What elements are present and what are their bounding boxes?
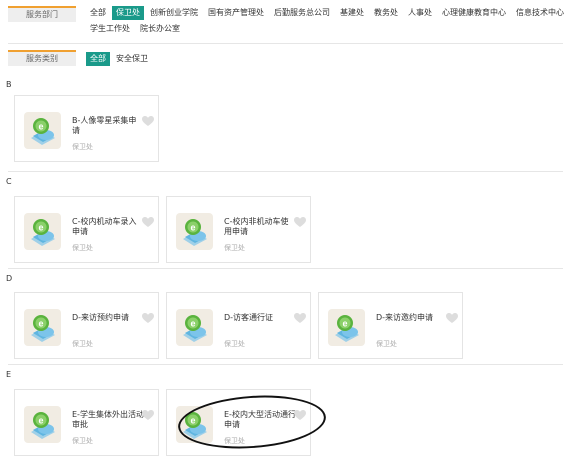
heart-icon[interactable] [142,116,154,127]
department-option[interactable]: 人事处 [404,6,436,20]
department-option[interactable]: 基建处 [336,6,368,20]
service-card-title[interactable]: D-来访预约申请 [72,313,144,323]
svg-text:e: e [38,223,43,233]
department-option[interactable]: 后勤服务总公司 [270,6,334,20]
svg-text:e: e [38,319,43,329]
category-option[interactable]: 安全保卫 [112,52,152,66]
service-card-department: 保卫处 [224,244,245,252]
service-card[interactable]: e C-校内机动车录入申请保卫处 [14,196,159,263]
department-option[interactable]: 心理健康教育中心 [438,6,510,20]
service-card-title[interactable]: E-校内大型活动通行申请 [224,410,296,430]
service-card-department: 保卫处 [72,143,93,151]
service-card-title[interactable]: D-访客通行证 [224,313,296,323]
app-cloud-e-icon: e [24,406,61,443]
heart-icon[interactable] [142,217,154,228]
service-card-department: 保卫处 [72,340,93,348]
department-option[interactable]: 保卫处 [112,6,144,20]
category-filter-label: 服务类别 [8,50,76,66]
department-option[interactable]: 教务处 [370,6,402,20]
service-card-title[interactable]: C-校内机动车录入申请 [72,217,144,237]
heart-icon[interactable] [294,313,306,324]
department-option[interactable]: 全部 [86,6,110,20]
filter-divider [8,43,563,44]
department-option[interactable]: 院长办公室 [136,22,184,36]
svg-text:e: e [38,122,43,132]
app-cloud-e-icon: e [176,406,213,443]
service-card-department: 保卫处 [224,340,245,348]
service-card[interactable]: e D-来访邀约申请 保卫处 [318,292,463,359]
app-cloud-e-icon: e [176,213,213,250]
service-card-department: 保卫处 [72,244,93,252]
svg-text:e: e [190,416,195,426]
section-letter-c: C [6,177,12,186]
service-card[interactable]: e D-访客通行证 保卫处 [166,292,311,359]
department-filter-label: 服务部门 [8,6,76,22]
section-letter-e: E [6,370,12,379]
department-options: 全部 保卫处 创新创业学院 国有资产管理处 后勤服务总公司 基建处 教务处 人事处 心理健康教育… [86,6,571,36]
section-divider [8,364,563,365]
department-option[interactable]: 学生工作处 [86,22,134,36]
category-option[interactable]: 全部 [86,52,110,66]
section-divider [8,268,563,269]
category-options: 全部 安全保卫 [86,52,571,66]
app-cloud-e-icon: e [176,309,213,346]
service-card-title[interactable]: C-校内非机动车使用申请 [224,217,296,237]
department-option[interactable]: 国有资产管理处 [204,6,268,20]
department-option[interactable]: 信息技术中心 [512,6,568,20]
section-letter-d: D [6,274,13,283]
service-card[interactable]: e B-人像零星采集申请保卫处 [14,95,159,162]
heart-icon[interactable] [142,410,154,421]
app-cloud-e-icon: e [24,213,61,250]
heart-icon[interactable] [446,313,458,324]
svg-text:e: e [190,319,195,329]
service-card-title[interactable]: B-人像零星采集申请 [72,116,144,136]
svg-text:e: e [190,223,195,233]
service-card-title[interactable]: E-学生集体外出活动审批 [72,410,144,430]
service-card[interactable]: e E-学生集体外出活动审批保卫处 [14,389,159,456]
service-card[interactable]: e D-来访预约申请 保卫处 [14,292,159,359]
app-cloud-e-icon: e [328,309,365,346]
svg-text:e: e [342,319,347,329]
service-card[interactable]: e E-校内大型活动通行申请保卫处 [166,389,311,456]
app-cloud-e-icon: e [24,309,61,346]
svg-text:e: e [38,416,43,426]
service-card-department: 保卫处 [376,340,397,348]
service-card-department: 保卫处 [72,437,93,445]
heart-icon[interactable] [294,217,306,228]
heart-icon[interactable] [142,313,154,324]
service-card[interactable]: e C-校内非机动车使用申请保卫处 [166,196,311,263]
app-cloud-e-icon: e [24,112,61,149]
section-letter-b: B [6,80,12,89]
department-option[interactable]: 创新创业学院 [146,6,202,20]
service-card-department: 保卫处 [224,437,245,445]
heart-icon[interactable] [294,410,306,421]
section-divider [8,171,563,172]
service-card-title[interactable]: D-来访邀约申请 [376,313,448,323]
